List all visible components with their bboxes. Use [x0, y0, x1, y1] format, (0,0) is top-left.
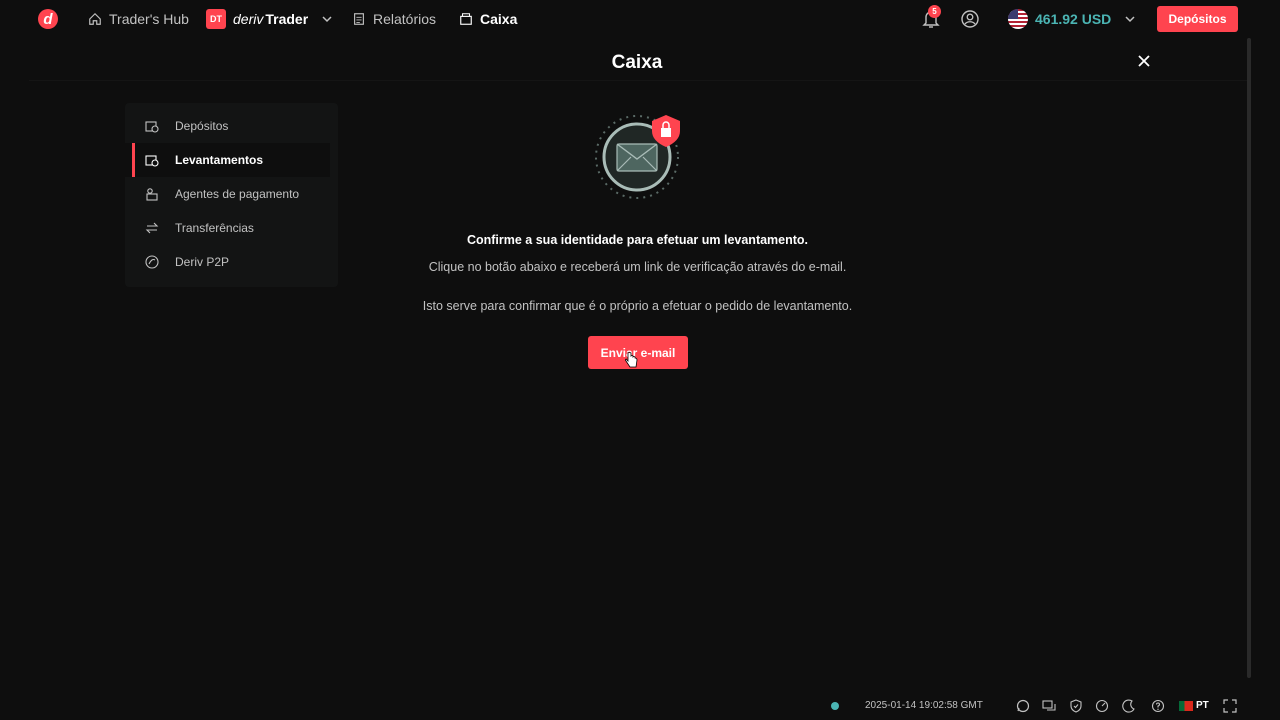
- email-verification-illustration: [595, 115, 680, 199]
- sidebar-item-label: Agentes de pagamento: [175, 187, 300, 201]
- language-selector[interactable]: PT: [1196, 700, 1209, 711]
- help-icon[interactable]: [1151, 699, 1165, 713]
- nav-reports-label: Relatórios: [373, 11, 437, 27]
- responsible-trading-icon[interactable]: [1095, 699, 1109, 713]
- status-footer: 2025-01-14 19:02:58 GMT PT: [29, 692, 1249, 720]
- payment-agent-icon: [146, 188, 158, 201]
- hand-cursor-icon: [625, 352, 638, 368]
- nav-cashier[interactable]: Caixa: [459, 0, 517, 38]
- withdrawal-icon: [145, 155, 159, 167]
- usd-flag-icon: [1008, 9, 1028, 29]
- send-email-button[interactable]: Enviar e-mail: [588, 336, 688, 369]
- modal-divider: [29, 80, 1249, 81]
- cashier-icon: [460, 13, 472, 25]
- deriv-logo[interactable]: d: [38, 9, 58, 29]
- deposit-button[interactable]: Depósitos: [1157, 6, 1238, 32]
- top-header: d Trader's Hub DT deriv Trader Relatórios…: [0, 0, 1280, 38]
- sidebar-item-deposits[interactable]: Depósitos: [125, 109, 338, 143]
- sidebar-item-label: Deriv P2P: [175, 255, 230, 269]
- server-time: 2025-01-14 19:02:58 GMT: [865, 700, 983, 711]
- home-icon: [89, 12, 101, 25]
- p2p-icon: [145, 255, 159, 269]
- verification-description-2: Isto serve para confirmar que é o própri…: [422, 299, 853, 313]
- transfer-icon: [145, 222, 159, 234]
- verification-description-1: Clique no botão abaixo e receberá um lin…: [428, 260, 847, 274]
- portugal-flag-icon[interactable]: [1179, 701, 1193, 711]
- reports-icon: [354, 13, 364, 25]
- scrollbar[interactable]: [1247, 38, 1251, 678]
- chevron-down-icon[interactable]: [321, 13, 333, 25]
- chat-icon[interactable]: [1042, 699, 1056, 713]
- network-status-indicator: [831, 702, 839, 710]
- deriv-trader-label: deriv Trader: [233, 11, 308, 27]
- sidebar-item-label: Levantamentos: [175, 153, 264, 167]
- nav-traders-hub-label: Trader's Hub: [109, 11, 189, 27]
- nav-cashier-label: Caixa: [480, 11, 518, 27]
- deriv-word: deriv: [233, 11, 264, 27]
- close-icon[interactable]: [1137, 54, 1151, 68]
- trader-word: Trader: [265, 11, 309, 27]
- sidebar-item-label: Depósitos: [175, 119, 229, 133]
- whatsapp-icon[interactable]: [1016, 699, 1030, 713]
- account-balance[interactable]: 461.92 USD: [1035, 11, 1111, 27]
- balance-chevron-down-icon[interactable]: [1124, 13, 1136, 25]
- verification-headline: Confirme a sua identidade para efetuar u…: [466, 233, 809, 247]
- deposit-icon: [145, 121, 159, 133]
- nav-reports[interactable]: Relatórios: [352, 0, 436, 38]
- notification-badge: 5: [928, 5, 941, 18]
- modal-title: Caixa: [611, 52, 663, 73]
- dt-badge: DT: [206, 9, 226, 29]
- sidebar-item-label: Transferências: [175, 221, 254, 235]
- sidebar-item-payment-agents[interactable]: Agentes de pagamento: [125, 177, 338, 211]
- nav-deriv-trader[interactable]: DT deriv Trader: [206, 0, 333, 38]
- nav-traders-hub[interactable]: Trader's Hub: [88, 0, 189, 38]
- sidebar-item-withdrawals[interactable]: Levantamentos: [125, 143, 330, 177]
- dark-mode-icon[interactable]: [1122, 699, 1136, 713]
- user-account-icon[interactable]: [961, 10, 979, 28]
- shield-icon[interactable]: [1069, 699, 1083, 713]
- fullscreen-icon[interactable]: [1223, 699, 1237, 713]
